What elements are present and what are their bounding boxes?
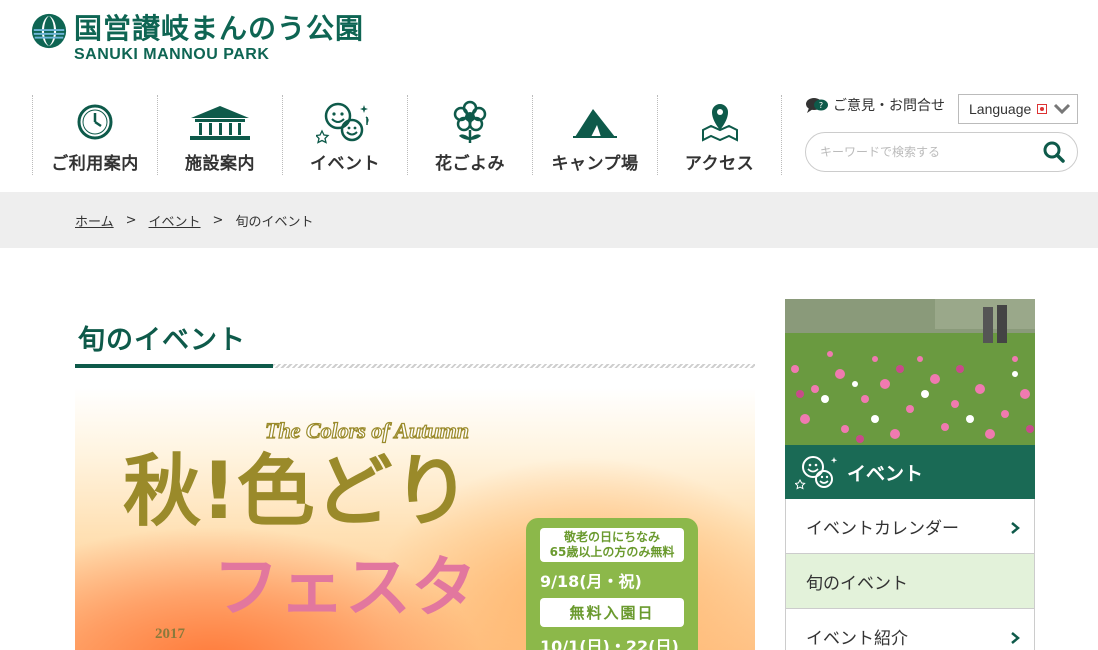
flower-icon — [453, 100, 487, 143]
breadcrumb: ホーム > イベント > 旬のイベント — [0, 192, 1098, 248]
nav-label: キャンプ場 — [551, 154, 639, 174]
logo-english-name: SANUKI MANNOU PARK — [74, 46, 270, 63]
contact-label: ご意見・お問合せ — [833, 98, 945, 114]
page-title: 旬のイベント — [78, 325, 246, 356]
breadcrumb-current: 旬のイベント — [235, 214, 314, 230]
map-pin-icon — [701, 104, 738, 142]
chevron-down-icon — [1053, 103, 1071, 115]
contact-link[interactable]: ? ご意見・お問合せ — [805, 95, 945, 115]
nav-item-events[interactable]: イベント — [282, 95, 407, 175]
chevron-right-icon — [1011, 632, 1020, 644]
sidebar-menu: イベントカレンダー 旬のイベント イベント紹介 — [785, 499, 1035, 650]
chevron-right-icon — [1011, 522, 1020, 534]
language-label: Language — [969, 101, 1032, 117]
sidebar-heading-label: イベント — [847, 462, 924, 485]
nav-label: アクセス — [684, 154, 755, 174]
promo-date-2: 10/1(日)・22(日) — [540, 637, 679, 650]
building-icon — [190, 106, 250, 140]
nav-item-flower-calendar[interactable]: 花ごよみ — [407, 95, 532, 175]
cosmos-field-image — [785, 299, 1035, 445]
park-logo-icon — [31, 13, 67, 49]
sidebar-cosmos-photo — [785, 299, 1035, 445]
global-nav: ご利用案内 施設案内 イベント 花ごよみ キャンプ場 アクセス — [32, 95, 782, 175]
sidebar-item-label: イベント紹介 — [806, 628, 908, 649]
nav-label: 花ごよみ — [435, 154, 505, 174]
nav-item-access[interactable]: アクセス — [657, 95, 782, 175]
promo-date-1: 9/18(月・祝) — [540, 572, 642, 591]
nav-label: 施設案内 — [185, 154, 255, 174]
flag-icon — [1037, 104, 1048, 114]
banner-title-line2: フェスタ — [213, 549, 477, 626]
search-icon — [1043, 141, 1065, 163]
breadcrumb-separator: > — [212, 212, 224, 228]
promo-note-line2: 65歳以上の方のみ無料 — [549, 545, 675, 559]
nav-label: イベント — [310, 154, 380, 174]
svg-text:?: ? — [819, 101, 823, 110]
sidebar-item-label: イベントカレンダー — [806, 518, 959, 539]
sidebar-item-event-introduction[interactable]: イベント紹介 — [785, 609, 1035, 650]
promo-note-line1: 敬老の日にちなみ — [563, 530, 660, 544]
search-button[interactable] — [1041, 139, 1067, 165]
smiley-faces-icon — [795, 456, 838, 490]
event-banner[interactable]: The Colors of Autumn 秋!色どり フェスタ 2017 敬老の… — [75, 388, 755, 650]
banner-title-line1: 秋!色どり — [123, 447, 471, 537]
language-select[interactable]: Language — [958, 94, 1078, 124]
promo-free-admission: 無料入園日 — [540, 598, 684, 627]
site-logo[interactable]: 国営讃岐まんのう公園 SANUKI MANNOU PARK — [30, 12, 364, 64]
banner-year: 2017 — [155, 626, 185, 642]
sidebar-item-seasonal-events[interactable]: 旬のイベント — [785, 554, 1035, 609]
tent-icon — [573, 109, 617, 138]
breadcrumb-events-link[interactable]: イベント — [149, 211, 201, 230]
nav-item-facilities[interactable]: 施設案内 — [157, 95, 282, 175]
banner-subtitle: The Colors of Autumn — [265, 418, 469, 443]
nav-item-campsite[interactable]: キャンプ場 — [532, 95, 657, 175]
logo-japanese-name: 国営讃岐まんのう公園 — [74, 12, 365, 45]
sidebar-heading: イベント — [785, 445, 1035, 499]
promo-box: 敬老の日にちなみ 65歳以上の方のみ無料 9/18(月・祝) 無料入園日 10/… — [526, 518, 698, 650]
title-underline-accent — [75, 364, 273, 368]
breadcrumb-separator: > — [125, 212, 137, 228]
sidebar-item-label: 旬のイベント — [806, 573, 908, 594]
speech-bubble-icon: ? — [806, 98, 828, 113]
nav-label: ご利用案内 — [51, 154, 139, 174]
search-box — [805, 132, 1078, 172]
search-input[interactable] — [820, 145, 1041, 159]
clock-icon — [77, 104, 113, 140]
nav-item-guide[interactable]: ご利用案内 — [32, 95, 157, 175]
smiley-faces-icon — [316, 102, 369, 144]
sidebar-item-event-calendar[interactable]: イベントカレンダー — [785, 499, 1035, 554]
promo-note: 敬老の日にちなみ 65歳以上の方のみ無料 — [540, 528, 684, 562]
breadcrumb-home-link[interactable]: ホーム — [75, 211, 114, 230]
